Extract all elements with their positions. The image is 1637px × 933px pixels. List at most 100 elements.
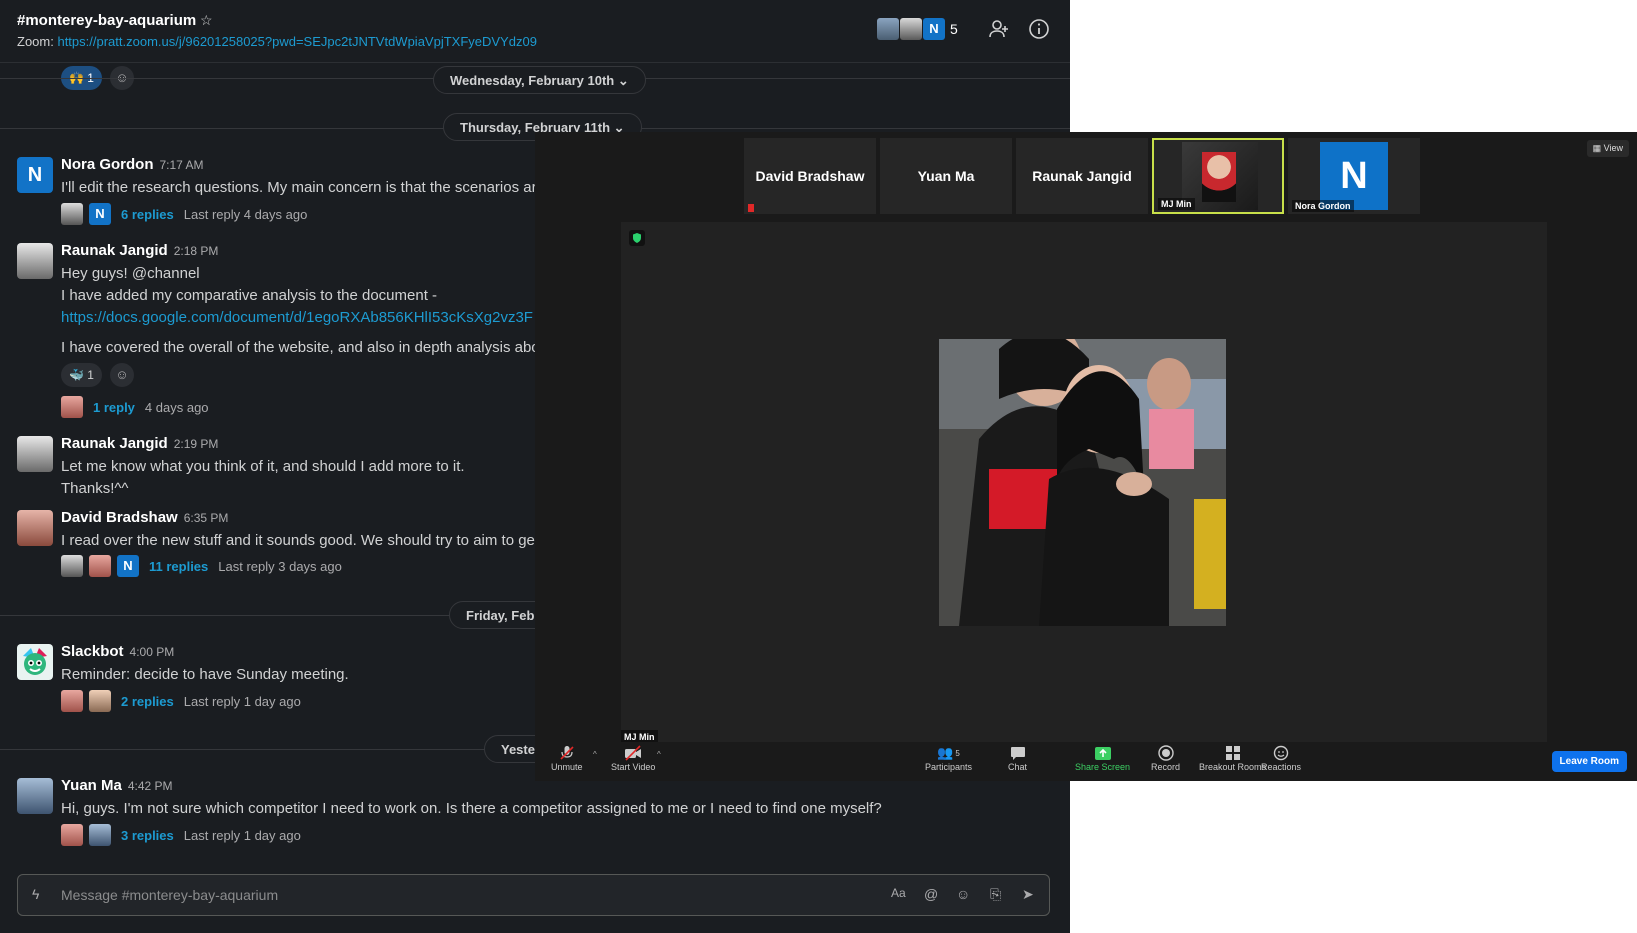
message-time[interactable]: 4:00 PM bbox=[130, 645, 175, 659]
info-icon[interactable] bbox=[1028, 18, 1050, 40]
avatar[interactable] bbox=[17, 510, 53, 546]
leave-room-button[interactable]: Leave Room bbox=[1551, 751, 1627, 772]
start-video-button[interactable]: Start Video bbox=[611, 744, 655, 772]
mention-icon[interactable]: @ bbox=[924, 886, 938, 902]
toolbar-label: Share Screen bbox=[1075, 762, 1131, 772]
attach-icon[interactable]: ⎘ bbox=[990, 886, 1001, 903]
avatar[interactable] bbox=[17, 436, 53, 472]
unmute-button[interactable]: Unmute bbox=[551, 744, 583, 772]
author-name: David Bradshaw bbox=[61, 509, 178, 526]
toolbar-label: Participants bbox=[925, 762, 973, 772]
message-time[interactable]: 2:19 PM bbox=[174, 437, 219, 451]
topic-label: Zoom: bbox=[17, 34, 54, 49]
avatar[interactable] bbox=[17, 243, 53, 279]
participant-tile[interactable]: N Nora Gordon bbox=[1288, 138, 1420, 214]
speaker-video bbox=[939, 339, 1226, 626]
date-pill-wed[interactable]: Wednesday, February 10th ⌄ bbox=[433, 66, 646, 94]
reply-count[interactable]: 6 replies bbox=[121, 207, 174, 222]
message-time[interactable]: 6:35 PM bbox=[184, 511, 229, 525]
chevron-up-icon[interactable]: ^ bbox=[593, 750, 597, 759]
zoom-link[interactable]: https://pratt.zoom.us/j/96201258025?pwd=… bbox=[57, 34, 536, 49]
avatar bbox=[877, 18, 899, 40]
composer-input[interactable]: Message #monterey-bay-aquarium bbox=[61, 887, 278, 903]
participants-button[interactable]: 👥 5 Participants bbox=[925, 744, 972, 772]
view-button[interactable]: ▦ View bbox=[1586, 140, 1629, 157]
last-reply: Last reply 1 day ago bbox=[183, 827, 301, 843]
participant-tile-active[interactable]: MJ Min bbox=[1152, 138, 1284, 214]
send-icon[interactable]: ➤ bbox=[1022, 886, 1034, 903]
member-avatars[interactable]: N bbox=[877, 18, 946, 40]
avatar bbox=[89, 555, 111, 577]
record-button[interactable]: Record bbox=[1151, 744, 1180, 772]
author-name: Raunak Jangid bbox=[61, 435, 168, 452]
thread-summary[interactable]: 3 replies Last reply 1 day ago bbox=[61, 823, 301, 847]
avatar[interactable] bbox=[17, 778, 53, 814]
message-time[interactable]: 2:18 PM bbox=[174, 244, 219, 258]
message-text: I have added my comparative analysis to … bbox=[61, 287, 438, 304]
avatar bbox=[61, 203, 83, 225]
channel-name[interactable]: #monterey-bay-aquarium bbox=[17, 12, 196, 29]
message-composer[interactable]: ϟ Message #monterey-bay-aquarium Aa @ ☺ … bbox=[17, 874, 1050, 916]
avatar: N bbox=[117, 555, 139, 577]
chat-button[interactable]: Chat bbox=[1008, 744, 1027, 772]
reply-count[interactable]: 3 replies bbox=[121, 828, 174, 843]
participant-name: Yuan Ma bbox=[917, 168, 975, 184]
participant-name: David Bradshaw bbox=[755, 168, 865, 184]
participants-icon: 👥 bbox=[937, 745, 954, 760]
message-author[interactable]: Raunak Jangid 2:19 PM bbox=[61, 435, 218, 452]
star-icon[interactable]: ☆ bbox=[200, 12, 213, 29]
add-reaction-icon[interactable]: ☺ bbox=[110, 363, 134, 387]
participant-name: Raunak Jangid bbox=[1032, 168, 1132, 184]
message-author[interactable]: Yuan Ma 4:42 PM bbox=[61, 777, 173, 794]
reply-count[interactable]: 11 replies bbox=[149, 559, 208, 574]
avatar[interactable]: N bbox=[17, 157, 53, 193]
channel-topic: Zoom: https://pratt.zoom.us/j/9620125802… bbox=[17, 34, 537, 49]
reply-count[interactable]: 2 replies bbox=[121, 694, 174, 709]
slackbot-avatar[interactable] bbox=[17, 644, 53, 680]
avatar bbox=[61, 396, 83, 418]
message-author[interactable]: David Bradshaw 6:35 PM bbox=[61, 509, 228, 526]
message-time[interactable]: 7:17 AM bbox=[160, 158, 204, 172]
speaker-photo bbox=[939, 339, 1226, 626]
avatar: N bbox=[923, 18, 945, 40]
author-name: Raunak Jangid bbox=[61, 242, 168, 259]
message-text: I have covered the overall of the websit… bbox=[61, 339, 548, 356]
reaction-count: 1 bbox=[87, 368, 94, 382]
shield-icon[interactable] bbox=[629, 230, 645, 246]
author-name: Nora Gordon bbox=[61, 156, 154, 173]
shortcuts-icon[interactable]: ϟ bbox=[32, 886, 39, 902]
participant-name: MJ Min bbox=[1158, 198, 1195, 210]
add-member-icon[interactable] bbox=[988, 18, 1010, 40]
thread-summary[interactable]: 2 replies Last reply 1 day ago bbox=[61, 689, 301, 713]
thread-summary[interactable]: N 6 replies Last reply 4 days ago bbox=[61, 202, 307, 226]
format-icon[interactable]: Aa bbox=[891, 886, 906, 900]
avatar bbox=[61, 690, 83, 712]
participant-tile[interactable]: David Bradshaw bbox=[744, 138, 876, 214]
reply-count[interactable]: 1 reply bbox=[93, 400, 135, 415]
toolbar-label: Chat bbox=[1008, 762, 1028, 772]
participant-tile[interactable]: Raunak Jangid bbox=[1016, 138, 1148, 214]
message-link[interactable]: https://docs.google.com/document/d/1egoR… bbox=[61, 309, 533, 326]
participant-name: Nora Gordon bbox=[1292, 200, 1354, 212]
share-screen-button[interactable]: Share Screen bbox=[1075, 744, 1130, 772]
message-time[interactable]: 4:42 PM bbox=[128, 779, 173, 793]
doc-link[interactable]: https://docs.google.com/document/d/1egoR… bbox=[61, 309, 533, 326]
toolbar-label: Reactions bbox=[1261, 762, 1302, 772]
last-reply: Last reply 4 days ago bbox=[183, 206, 308, 222]
slackbot-icon bbox=[23, 648, 47, 675]
thread-summary[interactable]: 1 reply 4 days ago bbox=[61, 395, 209, 419]
thread-summary[interactable]: N 11 replies Last reply 3 days ago bbox=[61, 554, 342, 578]
chevron-up-icon[interactable]: ^ bbox=[657, 750, 661, 759]
participant-tile[interactable]: Yuan Ma bbox=[880, 138, 1012, 214]
message-author[interactable]: Slackbot 4:00 PM bbox=[61, 643, 174, 660]
breakout-rooms-button[interactable]: Breakout Rooms bbox=[1199, 744, 1266, 772]
reactions-button[interactable]: Reactions bbox=[1261, 744, 1301, 772]
emoji-icon[interactable]: ☺ bbox=[956, 886, 970, 902]
member-count[interactable]: 5 bbox=[950, 21, 958, 37]
message-author[interactable]: Raunak Jangid 2:18 PM bbox=[61, 242, 218, 259]
active-speaker-view bbox=[621, 222, 1547, 742]
reaction-pill[interactable]: 🐳 1 bbox=[61, 363, 102, 387]
mic-muted-icon bbox=[560, 746, 574, 760]
message-author[interactable]: Nora Gordon 7:17 AM bbox=[61, 156, 204, 173]
zoom-window: David Bradshaw Yuan Ma Raunak Jangid MJ … bbox=[535, 132, 1637, 781]
